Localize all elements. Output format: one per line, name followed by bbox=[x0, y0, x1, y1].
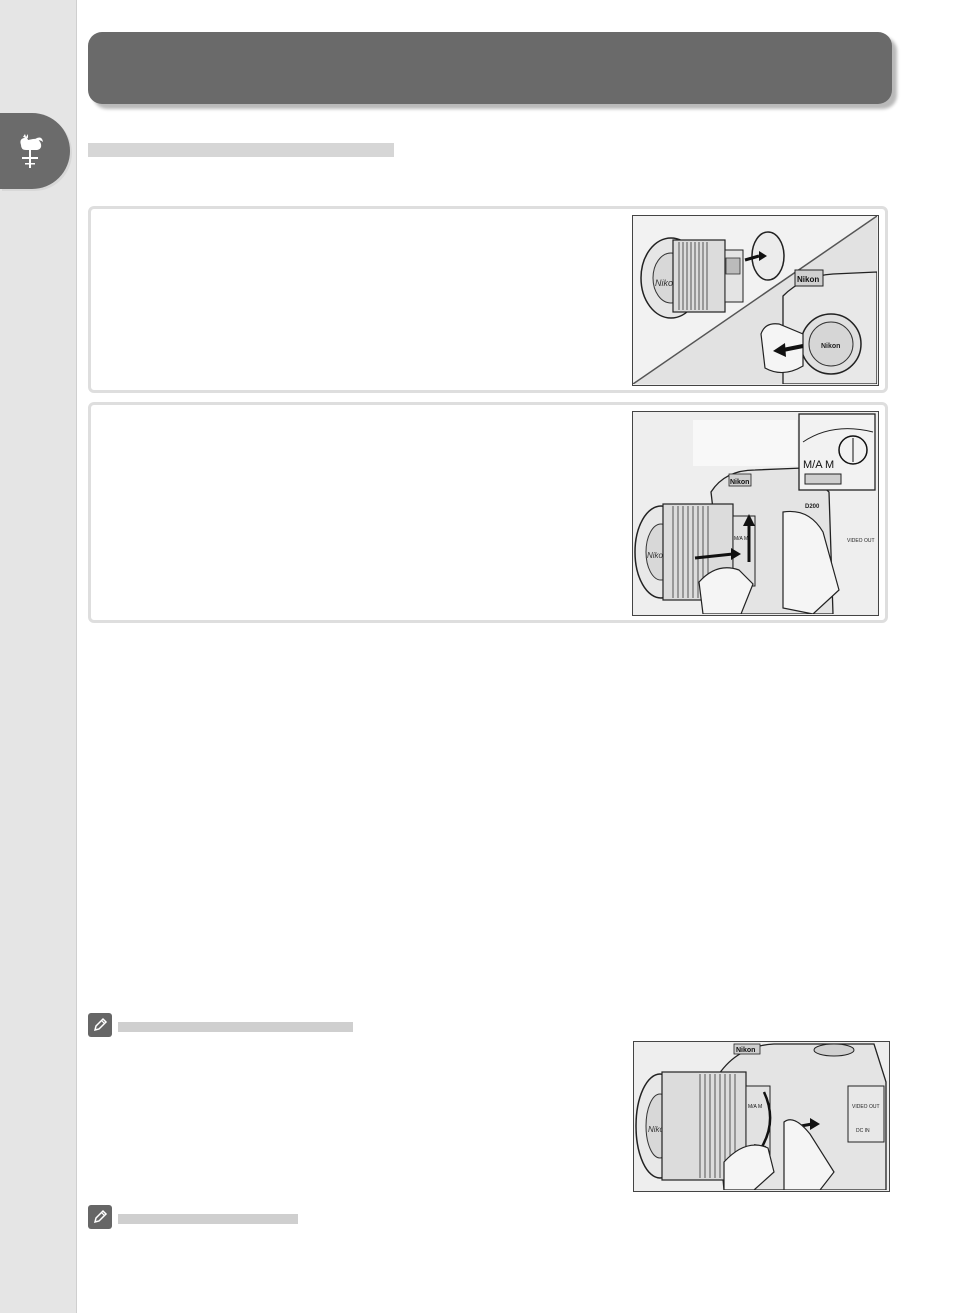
svg-text:VIDEO OUT: VIDEO OUT bbox=[852, 1104, 880, 1110]
section-heading bbox=[88, 143, 394, 157]
svg-text:Nikon: Nikon bbox=[736, 1047, 755, 1054]
pencil-note-icon bbox=[88, 1205, 112, 1229]
lens-mounting-illustration: Nikon Nikon M/A M M/A M D200 VIDEO OUT bbox=[632, 411, 879, 616]
step-box-mount-lens: Nikon Nikon M/A M M/A M D200 VIDEO OUT bbox=[88, 402, 888, 623]
lens-cap-removal-illustration: Nikon Nikon Nikon bbox=[632, 215, 879, 386]
svg-text:Nikon: Nikon bbox=[797, 275, 819, 284]
svg-text:Nikon: Nikon bbox=[821, 343, 840, 350]
page-title-banner bbox=[88, 32, 892, 104]
svg-text:M/A M: M/A M bbox=[803, 459, 834, 471]
pencil-note-icon bbox=[88, 1013, 112, 1037]
svg-text:D200: D200 bbox=[805, 504, 820, 510]
svg-text:DC IN: DC IN bbox=[856, 1128, 870, 1134]
svg-text:M/A M: M/A M bbox=[734, 536, 748, 542]
step-box-remove-caps: Nikon Nikon Nikon bbox=[88, 206, 888, 393]
chapter-side-band bbox=[0, 0, 77, 1313]
lens-release-illustration: Nikon VIDEO OUT DC IN Nikon M/A M bbox=[633, 1041, 890, 1192]
note-heading bbox=[118, 1214, 298, 1224]
note-heading bbox=[118, 1022, 353, 1032]
svg-text:Nikon: Nikon bbox=[730, 479, 749, 486]
svg-text:VIDEO OUT: VIDEO OUT bbox=[847, 538, 875, 544]
svg-text:M/A M: M/A M bbox=[748, 1104, 762, 1110]
weathervane-rooster-icon bbox=[20, 134, 43, 168]
